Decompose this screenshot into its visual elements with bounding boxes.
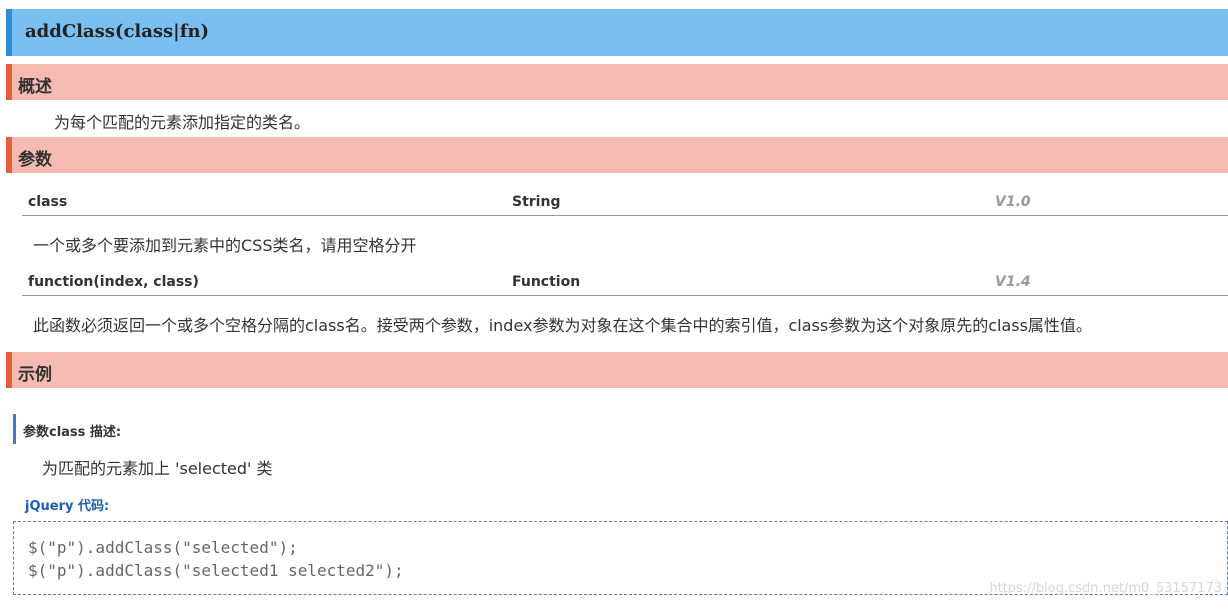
code-line[interactable]: $("p").addClass("selected");	[28, 538, 298, 557]
param-description: 一个或多个要添加到元素中的CSS类名，请用空格分开	[33, 236, 417, 255]
param-version: V1.0	[995, 194, 1031, 210]
param-version: V1.4	[995, 274, 1031, 290]
watermark: https://blog.csdn.net/m0_53157173	[989, 581, 1222, 596]
example-label: 参数class 描述:	[13, 414, 121, 444]
param-type: Function	[512, 274, 581, 290]
overview-text: 为每个匹配的元素添加指定的类名。	[54, 113, 311, 132]
code-line[interactable]: $("p").addClass("selected1 selected2");	[28, 561, 404, 580]
param-description: 此函数必须返回一个或多个空格分隔的class名。接受两个参数，index参数为对…	[33, 316, 1092, 335]
page-title: addClass(class|fn)	[25, 21, 210, 42]
examples-heading-bar: 示例	[6, 352, 1228, 388]
param-name: function(index, class)	[28, 274, 199, 290]
example-label-text: 参数class 描述:	[23, 425, 122, 440]
param-name: class	[28, 194, 68, 210]
page-title-bar: addClass(class|fn)	[6, 9, 1228, 56]
param-type: String	[512, 194, 561, 210]
examples-heading: 示例	[18, 365, 52, 385]
code-label: jQuery 代码:	[25, 499, 110, 514]
overview-heading: 概述	[18, 77, 52, 97]
param-row-function: function(index, class) Function V1.4	[22, 268, 1228, 296]
params-heading-bar: 参数	[6, 137, 1228, 173]
example-description: 为匹配的元素加上 'selected' 类	[42, 459, 273, 478]
overview-heading-bar: 概述	[6, 64, 1228, 100]
param-row-class: class String V1.0	[22, 188, 1228, 216]
params-heading: 参数	[18, 150, 52, 170]
